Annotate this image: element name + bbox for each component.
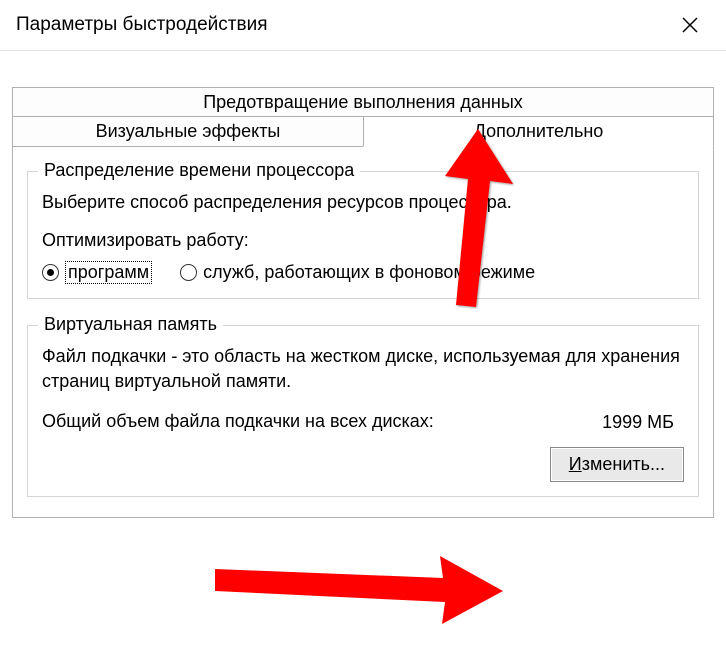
change-button-rest: зменить...: [582, 454, 665, 474]
radio-services[interactable]: служб, работающих в фоновом режиме: [180, 262, 535, 283]
radio-programs-label: программ: [65, 261, 152, 284]
vm-total-value: 1999 МБ: [602, 412, 684, 433]
dialog-content: Предотвращение выполнения данных Визуаль…: [0, 51, 726, 518]
cpu-optimize-label: Оптимизировать работу:: [42, 230, 684, 251]
vm-total-label: Общий объем файла подкачки на всех диска…: [42, 409, 434, 433]
group-cpu-scheduling: Распределение времени процессора Выберит…: [27, 171, 699, 299]
change-button[interactable]: Изменить...: [550, 447, 684, 482]
close-button[interactable]: [670, 10, 710, 40]
radio-dot-icon: [180, 264, 197, 281]
cpu-radio-group: программ служб, работающих в фоновом реж…: [42, 261, 684, 284]
vm-total-row: Общий объем файла подкачки на всех диска…: [42, 409, 684, 433]
window-title: Параметры быстродействия: [16, 14, 670, 36]
cpu-desc: Выберите способ распределения ресурсов п…: [42, 190, 684, 214]
tab-dep[interactable]: Предотвращение выполнения данных: [12, 87, 714, 117]
change-button-accel: И: [569, 454, 582, 474]
group-vm-title: Виртуальная память: [38, 314, 223, 335]
tab-advanced[interactable]: Дополнительно: [363, 116, 714, 147]
annotation-arrow-icon: [215, 551, 505, 631]
group-cpu-title: Распределение времени процессора: [38, 160, 360, 181]
close-icon: [682, 17, 698, 33]
tab-panel-advanced: Распределение времени процессора Выберит…: [12, 146, 714, 518]
radio-services-label: служб, работающих в фоновом режиме: [203, 262, 535, 283]
tab-visual-effects[interactable]: Визуальные эффекты: [12, 116, 363, 147]
group-virtual-memory: Виртуальная память Файл подкачки - это о…: [27, 325, 699, 497]
tab-strip: Предотвращение выполнения данных Визуаль…: [12, 87, 714, 147]
title-bar: Параметры быстродействия: [0, 0, 726, 51]
radio-programs[interactable]: программ: [42, 261, 152, 284]
radio-dot-icon: [42, 264, 59, 281]
vm-desc: Файл подкачки - это область на жестком д…: [42, 344, 684, 393]
